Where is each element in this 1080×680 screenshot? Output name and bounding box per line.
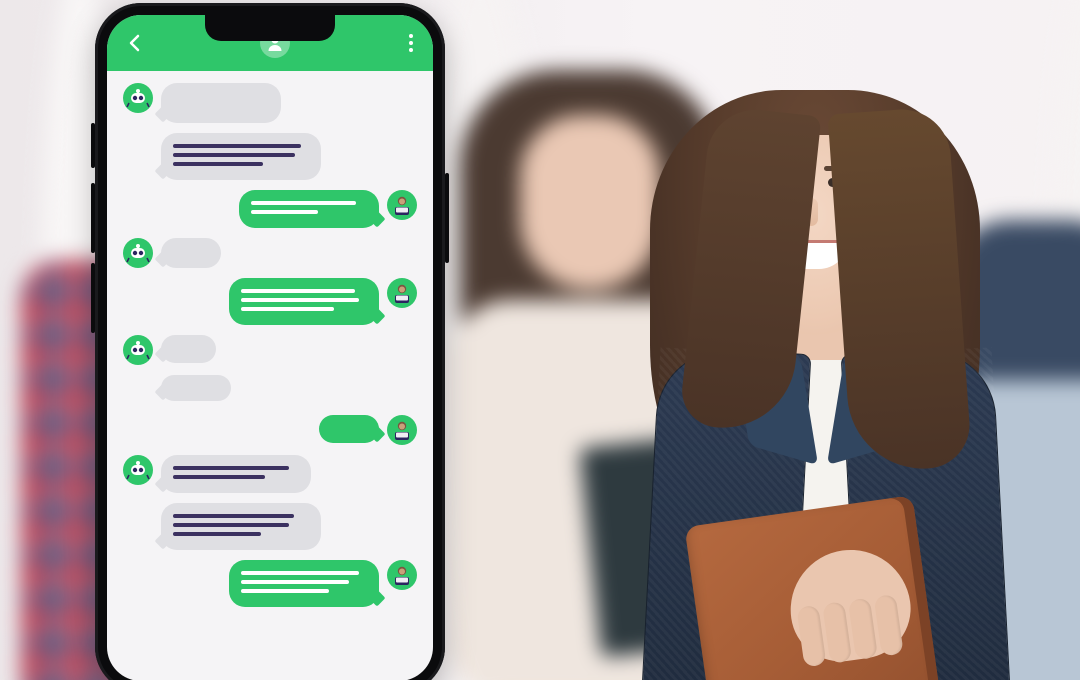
phone-mockup	[95, 3, 445, 680]
chat-bubble[interactable]	[161, 238, 221, 268]
user-message-row	[123, 190, 417, 228]
text-line-placeholder	[173, 514, 294, 518]
phone-screen	[107, 15, 433, 680]
bot-message-row	[123, 133, 417, 180]
bot-message-row	[123, 238, 417, 268]
text-line-placeholder	[173, 144, 301, 148]
bot-avatar	[123, 455, 153, 485]
user-avatar	[387, 415, 417, 445]
text-line-placeholder	[241, 571, 359, 575]
bot-message-row	[123, 375, 417, 405]
scene-root	[0, 0, 1080, 680]
user-message-row	[123, 415, 417, 445]
text-line-placeholder	[173, 466, 289, 470]
bot-avatar	[123, 238, 153, 268]
text-line-placeholder	[173, 475, 265, 479]
bot-message-row	[123, 503, 417, 550]
chevron-left-icon	[127, 34, 141, 52]
user-avatar	[387, 190, 417, 220]
text-line-placeholder	[251, 201, 356, 205]
text-line-placeholder	[173, 523, 289, 527]
user-avatar	[387, 560, 417, 590]
chat-bubble[interactable]	[161, 455, 311, 493]
text-line-placeholder	[251, 210, 318, 214]
text-line-placeholder	[241, 580, 349, 584]
bot-message-row	[123, 455, 417, 493]
user-avatar	[387, 278, 417, 308]
text-line-placeholder	[241, 307, 334, 311]
chat-bubble[interactable]	[229, 278, 379, 325]
overflow-menu-button[interactable]	[403, 28, 419, 58]
text-line-placeholder	[173, 162, 263, 166]
chat-bubble[interactable]	[161, 83, 281, 123]
vertical-dots-icon	[409, 34, 413, 38]
text-line-placeholder	[241, 589, 329, 593]
bot-message-row	[123, 335, 417, 365]
bot-message-row	[123, 83, 417, 123]
back-button[interactable]	[121, 28, 147, 58]
chat-bubble[interactable]	[239, 190, 379, 228]
text-line-placeholder	[173, 153, 295, 157]
text-line-placeholder	[241, 298, 359, 302]
chat-bubble[interactable]	[161, 375, 231, 401]
text-line-placeholder	[241, 289, 355, 293]
bot-avatar	[123, 335, 153, 365]
chat-bubble[interactable]	[319, 415, 379, 443]
foreground-person	[640, 80, 1040, 680]
chat-bubble[interactable]	[161, 133, 321, 180]
text-line-placeholder	[173, 532, 261, 536]
chat-thread[interactable]	[107, 71, 433, 680]
user-message-row	[123, 560, 417, 607]
chat-bubble[interactable]	[229, 560, 379, 607]
chat-bubble[interactable]	[161, 503, 321, 550]
user-message-row	[123, 278, 417, 325]
chat-bubble[interactable]	[161, 335, 216, 363]
bot-avatar	[123, 83, 153, 113]
phone-notch	[205, 15, 335, 41]
